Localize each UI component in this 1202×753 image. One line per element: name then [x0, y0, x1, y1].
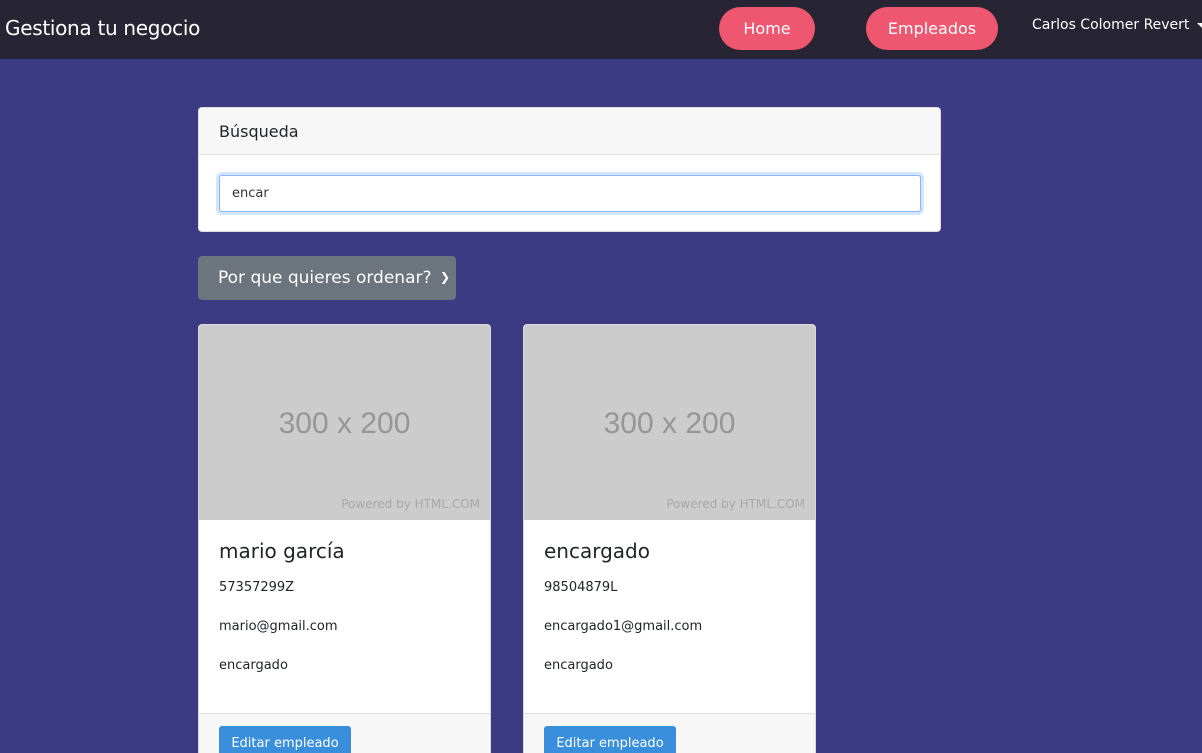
search-card: Búsqueda	[198, 107, 941, 232]
search-card-header: Búsqueda	[199, 108, 940, 155]
employee-dni: 98504879L	[544, 580, 618, 595]
chevron-down-icon: ❯	[439, 270, 450, 284]
employee-name: encargado	[544, 539, 650, 563]
employee-name: mario garcía	[219, 539, 345, 563]
placeholder-dimensions-text: 300 x 200	[603, 407, 736, 440]
placeholder-credit-text: Powered by HTML.COM	[666, 497, 805, 511]
employee-card-footer: Editar empleado	[524, 713, 815, 753]
employee-role: encargado	[544, 658, 613, 673]
employee-placeholder-image: 300 x 200 Powered by HTML.COM	[524, 325, 815, 520]
user-name: Carlos Colomer Revert	[1032, 17, 1190, 33]
caret-down-icon	[1197, 22, 1202, 28]
employee-role: encargado	[219, 658, 288, 673]
nav-home-button[interactable]: Home	[719, 7, 815, 50]
employee-card: 300 x 200 Powered by HTML.COM encargado …	[523, 324, 816, 753]
sort-select[interactable]: Por que quieres ordenar? ❯	[198, 256, 456, 300]
placeholder-dimensions-text: 300 x 200	[278, 407, 411, 440]
employee-dni: 57357299Z	[219, 580, 295, 595]
employee-placeholder-image: 300 x 200 Powered by HTML.COM	[199, 325, 490, 520]
edit-employee-button[interactable]: Editar empleado	[544, 726, 676, 753]
employee-card: 300 x 200 Powered by HTML.COM mario garc…	[198, 324, 491, 753]
navbar: Gestiona tu negocio Home Empleados Carlo…	[0, 0, 1202, 59]
employee-card-footer: Editar empleado	[199, 713, 490, 753]
edit-employee-button[interactable]: Editar empleado	[219, 726, 351, 753]
user-menu-dropdown[interactable]: Carlos Colomer Revert	[1032, 17, 1202, 33]
sort-select-label: Por que quieres ordenar?	[218, 268, 432, 288]
placeholder-credit-text: Powered by HTML.COM	[341, 497, 480, 511]
employee-email: encargado1@gmail.com	[544, 619, 703, 634]
employee-email: mario@gmail.com	[219, 619, 338, 634]
brand-title[interactable]: Gestiona tu negocio	[5, 16, 200, 40]
search-input[interactable]	[219, 175, 921, 212]
nav-empleados-button[interactable]: Empleados	[866, 7, 998, 50]
